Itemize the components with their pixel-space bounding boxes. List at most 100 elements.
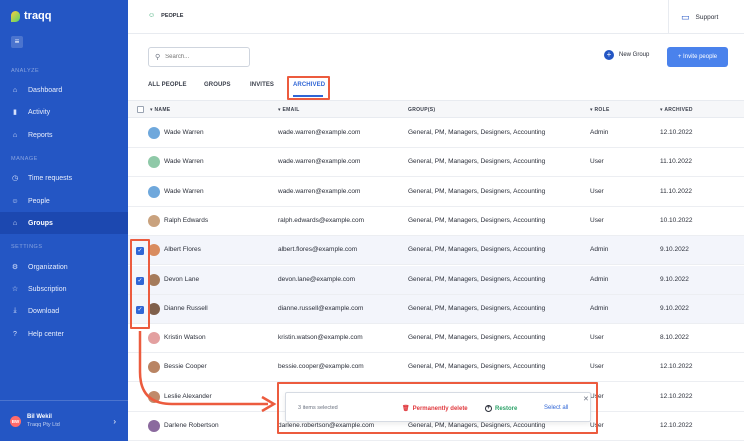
- gear-icon: ⚙: [11, 264, 19, 271]
- cell-archived: 12.10.2022: [660, 422, 693, 429]
- cell-email: dianne.russell@example.com: [278, 304, 364, 312]
- cell-name: Wade Warren: [164, 129, 204, 136]
- sidebar-item-subscription[interactable]: ☆ Subscription: [0, 278, 128, 300]
- download-icon: ⤓: [13, 307, 17, 314]
- cell-groups: General, PM, Managers, Designers, Accoun…: [408, 275, 546, 283]
- cell-groups: General, PM, Managers, Designers, Accoun…: [408, 158, 546, 166]
- select-all-checkbox[interactable]: [137, 106, 144, 113]
- cell-archived: 12.10.2022: [660, 363, 693, 371]
- column-header-groups: GROUP(S): [408, 107, 436, 113]
- tab-all-people[interactable]: ALL PEOPLE: [148, 82, 187, 88]
- cell-role: User: [590, 158, 604, 166]
- table-row[interactable]: ✓ Devon Lane devon.lane@example.com General…: [128, 265, 744, 295]
- sidebar-item-label: Organization: [28, 263, 68, 271]
- avatar: [148, 156, 160, 169]
- section-label-settings: SETTINGS: [11, 244, 43, 250]
- invite-people-button[interactable]: + Invite people: [667, 47, 728, 67]
- user-profile[interactable]: BW Bil Wekil Traqq Pty Ltd ›: [0, 400, 128, 441]
- cell-email: wade.warren@example.com: [278, 158, 361, 166]
- section-label-analyze: ANALYZE: [11, 68, 40, 74]
- sidebar-item-time-requests[interactable]: ◷ Time requests: [0, 167, 128, 189]
- app-name: traqq: [24, 10, 52, 22]
- star-icon: ☆: [11, 286, 19, 293]
- clock-icon: ◷: [11, 175, 19, 182]
- annotation-highlight-tab: [287, 76, 330, 100]
- cell-archived: 9.10.2022: [660, 304, 689, 312]
- cell-archived: 11.10.2022: [660, 158, 693, 166]
- cell-role: Admin: [590, 129, 609, 136]
- chat-icon: ▭: [681, 11, 690, 22]
- home-icon: ⌂: [12, 131, 18, 139]
- home-icon: ⌂: [12, 219, 18, 227]
- column-header-name[interactable]: ▾ NAME: [150, 107, 170, 113]
- cell-archived: 10.10.2022: [660, 216, 693, 224]
- cell-email: wade.warren@example.com: [278, 187, 361, 195]
- table-row[interactable]: Bessie Cooper bessie.cooper@example.com Ge…: [128, 353, 744, 383]
- sidebar-item-activity[interactable]: ▮ Activity: [0, 101, 128, 123]
- sidebar-item-label: Subscription: [28, 285, 67, 293]
- cell-role: User: [590, 334, 604, 342]
- cell-archived: 11.10.2022: [660, 187, 693, 195]
- cell-email: ralph.edwards@example.com: [278, 216, 365, 224]
- table-row[interactable]: Wade Warren wade.warren@example.com Genera…: [128, 177, 744, 207]
- sidebar-item-label: People: [28, 197, 50, 205]
- cell-archived: 9.10.2022: [660, 275, 689, 283]
- search-input[interactable]: [165, 54, 246, 60]
- cell-archived: 8.10.2022: [660, 334, 689, 342]
- annotation-highlight-checkboxes: [130, 239, 150, 329]
- search-icon: ⚲: [155, 54, 161, 61]
- cell-name: Wade Warren: [164, 158, 204, 166]
- plus-icon: +: [604, 50, 614, 60]
- table-row[interactable]: Wade Warren wade.warren@example.com Genera…: [128, 119, 744, 148]
- table-row[interactable]: ✓ Dianne Russell dianne.russell@example.co…: [128, 294, 744, 324]
- sidebar-item-people[interactable]: ☺ People: [0, 190, 128, 212]
- table-row[interactable]: ✓ Albert Flores albert.flores@example.com G…: [128, 236, 744, 266]
- table-row[interactable]: Wade Warren wade.warren@example.com Genera…: [128, 148, 744, 178]
- sidebar-item-dashboard[interactable]: ⌂ Dashboard: [0, 79, 128, 101]
- cell-role: User: [590, 187, 604, 195]
- logo[interactable]: traqq: [11, 10, 52, 22]
- table-row[interactable]: Ralph Edwards ralph.edwards@example.com Ge…: [128, 206, 744, 236]
- cell-name: Wade Warren: [164, 187, 204, 195]
- cell-name: Albert Flores: [164, 246, 201, 254]
- column-header-archived[interactable]: ▾ ARCHIVED: [660, 107, 693, 113]
- cell-email: bessie.cooper@example.com: [278, 363, 364, 371]
- people-icon: ☺: [148, 12, 156, 19]
- topbar: ☺ PEOPLE ▭ Support: [128, 0, 744, 34]
- table-row[interactable]: Kristin Watson kristin.watson@example.com…: [128, 324, 744, 354]
- column-header-role[interactable]: ▾ ROLE: [590, 107, 610, 113]
- cell-name: Dianne Russell: [164, 304, 208, 312]
- avatar: [148, 420, 160, 432]
- tab-groups[interactable]: GROUPS: [204, 82, 231, 88]
- avatar: [148, 214, 160, 227]
- cell-name: Ralph Edwards: [164, 216, 209, 224]
- sidebar-item-label: Download: [28, 307, 60, 315]
- cell-role: Admin: [590, 304, 609, 312]
- tab-invites[interactable]: INVITES: [250, 82, 274, 88]
- avatar: [148, 361, 160, 374]
- new-group-label: New Group: [619, 52, 650, 58]
- sidebar-item-groups[interactable]: ⌂ Groups: [0, 212, 128, 234]
- cell-email: albert.flores@example.com: [278, 246, 358, 254]
- cell-email: wade.warren@example.com: [278, 129, 361, 136]
- user-org: Traqq Pty Ltd: [27, 422, 60, 428]
- cell-groups: General, PM, Managers, Designers, Accoun…: [408, 334, 546, 342]
- cell-groups: General, PM, Managers, Designers, Accoun…: [408, 246, 546, 254]
- avatar: [148, 127, 160, 139]
- cell-groups: General, PM, Managers, Designers, Accoun…: [408, 216, 546, 224]
- hamburger-icon[interactable]: ≡: [11, 36, 23, 48]
- cell-role: Admin: [590, 275, 609, 283]
- sidebar-item-label: Activity: [28, 108, 51, 116]
- sidebar-item-label: Time requests: [28, 174, 73, 182]
- new-group-button[interactable]: + New Group: [604, 50, 649, 60]
- avatar: BW: [10, 415, 21, 427]
- sidebar-item-download[interactable]: ⤓ Download: [0, 300, 128, 322]
- sidebar-item-reports[interactable]: ⌂ Reports: [0, 124, 128, 146]
- sidebar-item-label: Groups: [28, 219, 53, 227]
- sidebar-item-organization[interactable]: ⚙ Organization: [0, 256, 128, 278]
- cell-name: Bessie Cooper: [164, 363, 207, 371]
- support-button[interactable]: ▭ Support: [668, 0, 744, 34]
- column-header-email[interactable]: ▾ EMAIL: [278, 107, 300, 113]
- sidebar-item-help-center[interactable]: ? Help center: [0, 323, 128, 345]
- cell-name: Devon Lane: [164, 275, 200, 283]
